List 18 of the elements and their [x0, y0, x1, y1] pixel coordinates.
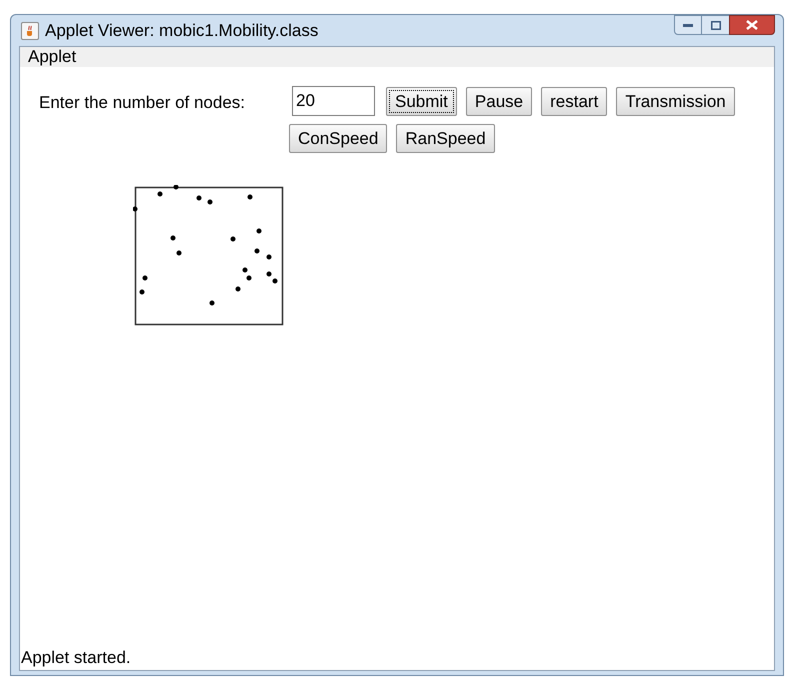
minimize-icon	[683, 24, 693, 26]
button[interactable]: RanSpeed	[396, 124, 495, 153]
close-icon	[746, 20, 758, 30]
field-label: Enter the number of nodes:	[39, 93, 246, 112]
status-text: Applet started.	[21, 647, 131, 670]
button[interactable]: Transmission	[616, 86, 735, 116]
menu-item[interactable]: Applet	[28, 44, 76, 70]
button[interactable]: ConSpeed	[289, 124, 388, 153]
window-title: Applet Viewer: mobic1.Mobility.class	[45, 20, 318, 42]
maximize-button[interactable]	[702, 15, 729, 35]
maximize-icon	[710, 20, 720, 30]
button[interactable]: Submit	[386, 86, 457, 116]
button[interactable]: restart	[541, 86, 608, 116]
button[interactable]: Pause	[466, 86, 532, 116]
nodes-input-field[interactable]: 20	[292, 86, 375, 116]
java-cup-icon	[21, 22, 39, 40]
minimize-button[interactable]	[674, 15, 702, 35]
close-button[interactable]	[729, 15, 775, 35]
